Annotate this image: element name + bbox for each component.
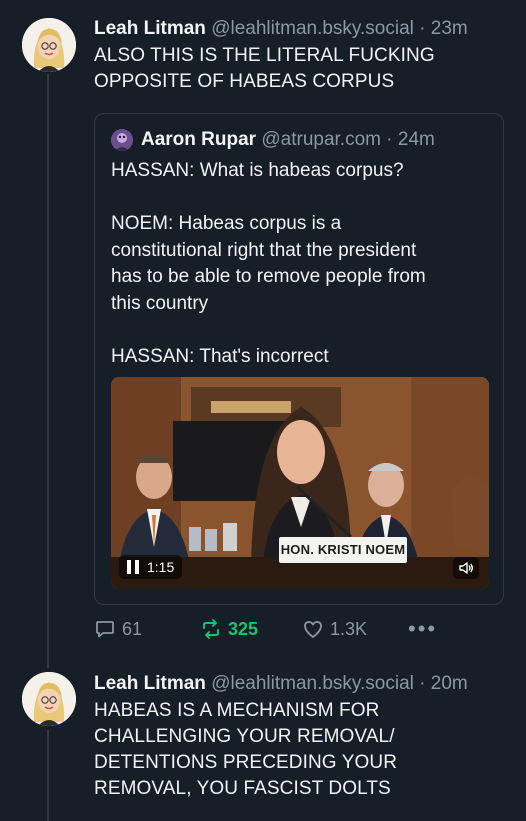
speaker-icon (459, 562, 473, 574)
quoted-author-avatar (111, 129, 133, 151)
post[interactable]: Leah Litman @leahlitman.bsky.social · 20… (94, 672, 514, 802)
comment-icon (96, 621, 114, 638)
post-body: HABEAS IS A MECHANISM FOR CHALLENGING YO… (94, 698, 514, 802)
avatar[interactable] (22, 672, 76, 726)
pause-icon[interactable] (127, 560, 139, 574)
repost-button[interactable]: 325 (200, 618, 258, 640)
post-text-line: DETENTIONS PRECEDING YOUR (94, 752, 398, 773)
post-time[interactable]: 20m (431, 673, 468, 694)
like-button[interactable]: 1.3K (302, 618, 367, 640)
post-text-line: ALSO THIS IS THE LITERAL FUCKING (94, 45, 435, 66)
quoted-post-time[interactable]: 24m (398, 128, 435, 152)
thread-line (47, 74, 49, 668)
quote-line: has to be able to remove people from (111, 266, 426, 287)
volume-button[interactable] (453, 557, 479, 579)
quote-line: this country (111, 292, 209, 314)
author-handle[interactable]: @leahlitman.bsky.social (211, 18, 414, 39)
avatar[interactable] (22, 18, 76, 72)
avatar-illustration-icon (111, 129, 133, 151)
repost-count: 325 (228, 618, 259, 639)
repost-icon (203, 619, 219, 639)
quoted-author-handle[interactable]: @atrupar.com (261, 128, 381, 152)
quote-line: constitutional right that the president (111, 239, 417, 261)
video-controls[interactable]: 1:15 (119, 555, 183, 579)
separator: · (419, 673, 426, 694)
thread-line (47, 730, 49, 821)
nameplate: HON. KRISTI NOEM (279, 537, 407, 563)
quoted-post-body: HASSAN: What is habeas corpus? NOEM: Hab… (111, 158, 489, 370)
like-count: 1.3K (330, 618, 368, 639)
author-name[interactable]: Leah Litman (94, 18, 206, 39)
post-text-line: OPPOSITE OF HABEAS CORPUS (94, 71, 395, 92)
video-duration: 1:15 (147, 559, 175, 575)
author-name[interactable]: Leah Litman (94, 673, 206, 694)
more-options-button[interactable]: ••• (408, 618, 437, 640)
quote-line: HASSAN: That's incorrect (111, 345, 329, 367)
post-text-line: HABEAS IS A MECHANISM FOR (94, 700, 380, 721)
heart-icon (304, 621, 322, 638)
reply-button[interactable]: 61 (94, 618, 142, 640)
post-text-line: REMOVAL, YOU FASCIST DOLTS (94, 778, 391, 799)
quote-line (111, 317, 489, 344)
avatar-illustration-icon (22, 672, 76, 726)
quote-line: HASSAN: What is habeas corpus? (111, 160, 404, 181)
post-header: Leah Litman @leahlitman.bsky.social · 23… (94, 17, 514, 41)
post-actions: 61 325 1.3K ••• (94, 618, 504, 646)
post[interactable]: Leah Litman @leahlitman.bsky.social · 23… (94, 17, 514, 95)
video-player[interactable]: HON. KRISTI NOEM 1:15 (111, 377, 489, 589)
quote-line (111, 185, 489, 212)
post-body: ALSO THIS IS THE LITERAL FUCKING OPPOSIT… (94, 43, 514, 95)
quoted-post-header: Aaron Rupar @atrupar.com · 24m (111, 128, 435, 152)
quoted-author-name[interactable]: Aaron Rupar (141, 128, 256, 152)
post-time[interactable]: 23m (431, 18, 468, 39)
post-text-line: CHALLENGING YOUR REMOVAL/ (94, 726, 395, 747)
separator: · (419, 18, 426, 39)
reply-count: 61 (122, 618, 143, 639)
author-handle[interactable]: @leahlitman.bsky.social (211, 673, 414, 694)
post-header: Leah Litman @leahlitman.bsky.social · 20… (94, 672, 514, 696)
quoted-post[interactable]: Aaron Rupar @atrupar.com · 24m HASSAN: W… (94, 113, 504, 605)
avatar-illustration-icon (22, 18, 76, 72)
separator: · (386, 129, 393, 150)
quote-line: NOEM: Habeas corpus is a (111, 213, 342, 234)
